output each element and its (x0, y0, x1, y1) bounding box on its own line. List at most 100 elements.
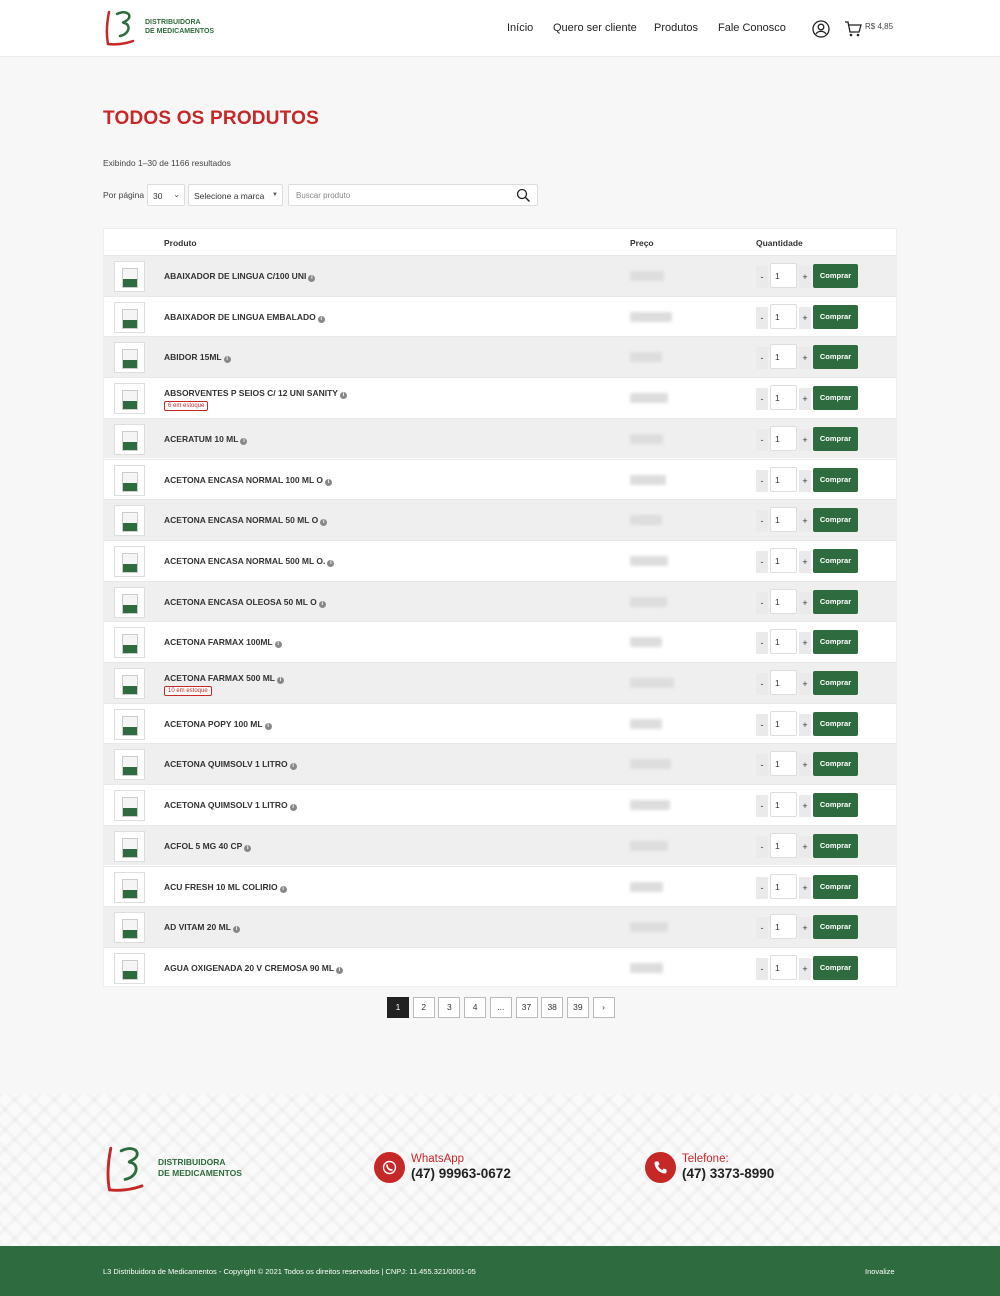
product-name-link[interactable]: ACETONA ENCASA NORMAL 50 ML Oi (164, 515, 328, 527)
info-icon[interactable]: i (240, 437, 248, 445)
product-name-link[interactable]: ACETONA QUIMSOLV 1 LITRO i (164, 759, 297, 771)
quantity-decrease-button[interactable]: - (756, 795, 768, 818)
quantity-decrease-button[interactable]: - (756, 469, 768, 492)
quantity-increase-button[interactable]: + (799, 428, 811, 451)
shopping-cart-icon[interactable] (844, 20, 862, 38)
site-logo[interactable]: DISTRIBUIDORA DE MEDICAMENTOS (103, 8, 233, 48)
quantity-input[interactable]: 1 (770, 466, 797, 492)
info-icon[interactable]: i (318, 600, 326, 608)
brand-select[interactable]: Selecione a marca ▼ (188, 184, 283, 206)
quantity-decrease-button[interactable]: - (756, 550, 768, 573)
pagination-page-button[interactable]: 38 (541, 997, 564, 1018)
quantity-decrease-button[interactable]: - (756, 917, 768, 940)
quantity-increase-button[interactable]: + (799, 469, 811, 492)
info-icon[interactable]: i (289, 763, 297, 771)
buy-button[interactable]: Comprar (813, 711, 858, 736)
quantity-input[interactable]: 1 (770, 547, 797, 573)
quantity-decrease-button[interactable]: - (756, 510, 768, 533)
quantity-input[interactable]: 1 (770, 385, 797, 411)
buy-button[interactable]: Comprar (813, 874, 858, 899)
quantity-decrease-button[interactable]: - (756, 347, 768, 370)
quantity-decrease-button[interactable]: - (756, 428, 768, 451)
user-account-icon[interactable] (812, 20, 830, 38)
quantity-increase-button[interactable]: + (799, 835, 811, 858)
quantity-decrease-button[interactable]: - (756, 713, 768, 736)
info-icon[interactable]: i (325, 478, 333, 486)
quantity-increase-button[interactable]: + (799, 876, 811, 899)
quantity-increase-button[interactable]: + (799, 347, 811, 370)
pagination-page-button[interactable]: 37 (515, 997, 538, 1018)
pagination-page-button[interactable]: 2 (412, 997, 435, 1018)
product-thumbnail[interactable] (114, 952, 145, 984)
nav-fale-conosco[interactable]: Fale Conosco (718, 22, 786, 34)
quantity-input[interactable]: 1 (770, 751, 797, 777)
product-name-link[interactable]: ACFOL 5 MG 40 CP i (164, 841, 252, 852)
quantity-increase-button[interactable]: + (799, 388, 811, 411)
product-name-link[interactable]: ACETONA ENCASA OLEOSA 50 ML Oi (164, 597, 326, 608)
quantity-decrease-button[interactable]: - (756, 754, 768, 777)
search-input[interactable]: Buscar produto (288, 184, 538, 206)
product-thumbnail[interactable] (114, 423, 145, 455)
buy-button[interactable]: Comprar (813, 508, 858, 533)
product-name-link[interactable]: ACETONA FARMAX 500 ML i (164, 673, 284, 684)
quantity-input[interactable]: 1 (770, 425, 797, 451)
quantity-increase-button[interactable]: + (799, 632, 811, 655)
quantity-input[interactable]: 1 (770, 914, 797, 940)
product-name-link[interactable]: ACETONA POPY 100 ML i (164, 719, 272, 730)
quantity-increase-button[interactable]: + (799, 591, 811, 614)
product-thumbnail[interactable] (114, 749, 145, 781)
quantity-input[interactable]: 1 (770, 344, 797, 370)
quantity-input[interactable]: 1 (770, 629, 797, 655)
quantity-input[interactable]: 1 (770, 954, 797, 980)
pagination-page-button[interactable]: 3 (438, 997, 461, 1018)
product-thumbnail[interactable] (114, 912, 145, 944)
buy-button[interactable]: Comprar (813, 345, 858, 370)
quantity-increase-button[interactable]: + (799, 550, 811, 573)
quantity-decrease-button[interactable]: - (756, 591, 768, 614)
quantity-input[interactable]: 1 (770, 710, 797, 736)
quantity-increase-button[interactable]: + (799, 306, 811, 329)
product-name-link[interactable]: AGUA OXIGENADA 20 V CREMOSA 90 ML i (164, 963, 344, 974)
quantity-input[interactable]: 1 (770, 263, 797, 288)
buy-button[interactable]: Comprar (813, 671, 858, 695)
buy-button[interactable]: Comprar (813, 264, 858, 288)
quantity-input[interactable]: 1 (770, 873, 797, 899)
pagination-page-button[interactable]: 4 (464, 997, 487, 1018)
quantity-decrease-button[interactable]: - (756, 306, 768, 329)
quantity-decrease-button[interactable]: - (756, 266, 768, 288)
quantity-increase-button[interactable]: + (799, 795, 811, 818)
quantity-input[interactable]: 1 (770, 832, 797, 858)
quantity-input[interactable]: 1 (770, 670, 797, 695)
developer-credit-link[interactable]: Inovalize (865, 1267, 895, 1276)
product-thumbnail[interactable] (114, 261, 145, 292)
quantity-increase-button[interactable]: + (799, 957, 811, 980)
per-page-select[interactable]: 30 ⌄ (147, 184, 185, 206)
product-thumbnail[interactable] (114, 708, 145, 740)
product-name-link[interactable]: ACETONA QUIMSOLV 1 LITRO i (164, 800, 297, 812)
quantity-input[interactable]: 1 (770, 507, 797, 533)
product-thumbnail[interactable] (114, 871, 145, 903)
product-name-link[interactable]: AD VITAM 20 ML i (164, 922, 240, 934)
product-thumbnail[interactable] (114, 383, 145, 415)
buy-button[interactable]: Comprar (813, 915, 858, 940)
product-name-link[interactable]: ACETONA FARMAX 100ML i (164, 637, 282, 649)
quantity-decrease-button[interactable]: - (756, 957, 768, 980)
quantity-decrease-button[interactable]: - (756, 876, 768, 899)
quantity-increase-button[interactable]: + (799, 673, 811, 695)
buy-button[interactable]: Comprar (813, 548, 858, 573)
product-name-link[interactable]: ACERATUM 10 ML i (164, 434, 248, 445)
product-name-link[interactable]: ABIDOR 15ML i (164, 352, 231, 364)
quantity-decrease-button[interactable]: - (756, 388, 768, 411)
product-name-link[interactable]: ACETONA ENCASA NORMAL 500 ML O. i (164, 556, 335, 567)
product-name-link[interactable]: ABSORVENTES P SEIOS C/ 12 UNI SANITY i (164, 388, 347, 400)
info-icon[interactable]: i (308, 275, 316, 282)
info-icon[interactable]: i (289, 804, 297, 812)
product-thumbnail[interactable] (114, 342, 145, 374)
buy-button[interactable]: Comprar (813, 793, 858, 818)
info-icon[interactable]: i (223, 356, 231, 364)
phone-number[interactable]: (47) 3373-8990 (682, 1166, 774, 1181)
product-thumbnail[interactable] (114, 505, 145, 537)
product-name-link[interactable]: ACETONA ENCASA NORMAL 100 ML Oi (164, 475, 333, 486)
footer-logo[interactable]: DISTRIBUIDORA DE MEDICAMENTOS (103, 1143, 263, 1195)
buy-button[interactable]: Comprar (813, 752, 858, 777)
